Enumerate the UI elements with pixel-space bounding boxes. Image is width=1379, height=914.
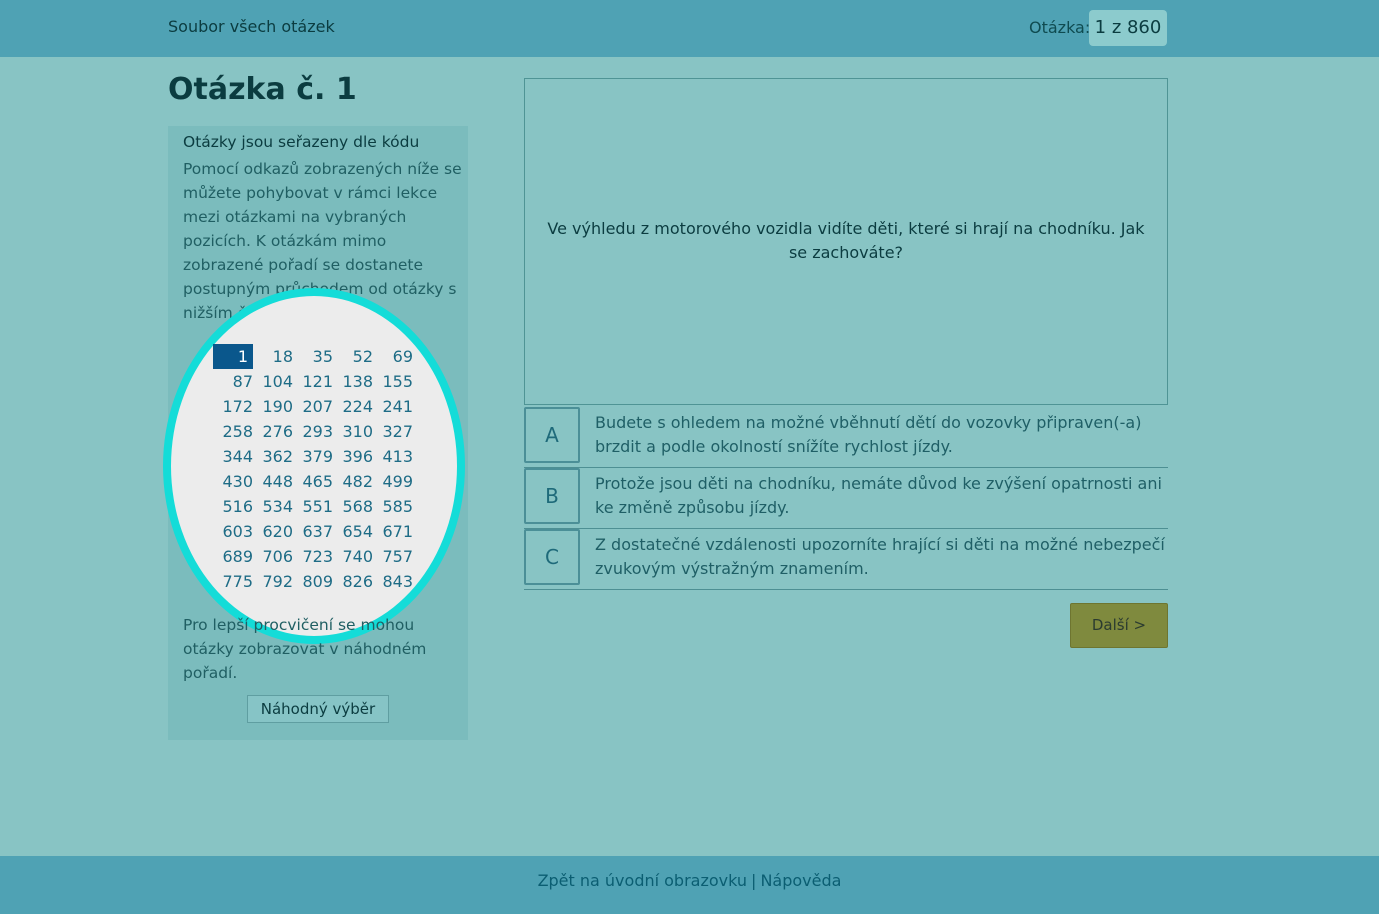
footer-separator: | xyxy=(751,871,757,890)
question-number-link[interactable]: 603 xyxy=(213,519,253,544)
question-number-link[interactable]: 310 xyxy=(333,419,373,444)
question-number-link[interactable]: 362 xyxy=(253,444,293,469)
back-to-home-link[interactable]: Zpět na úvodní obrazovku xyxy=(538,871,747,890)
top-bar: Soubor všech otázek Otázka: 1 z 860 xyxy=(0,0,1379,57)
answer-option-a[interactable]: A Budete s ohledem na možné vběhnutí dět… xyxy=(524,407,1168,468)
question-number-link[interactable]: 689 xyxy=(213,544,253,569)
question-number-link[interactable]: 551 xyxy=(293,494,333,519)
question-number-link[interactable]: 344 xyxy=(213,444,253,469)
question-number-grid: 1 18 35 52 69 87 104 121 138 155 172 190 207 224 241 25… xyxy=(213,344,413,594)
question-number-link[interactable]: 568 xyxy=(333,494,373,519)
question-number-link[interactable]: 293 xyxy=(293,419,333,444)
question-number-link[interactable]: 723 xyxy=(293,544,333,569)
question-number-link[interactable]: 190 xyxy=(253,394,293,419)
question-number-link[interactable]: 327 xyxy=(373,419,413,444)
question-number-link[interactable]: 52 xyxy=(333,344,373,369)
question-number-link[interactable]: 18 xyxy=(253,344,293,369)
question-number-link[interactable]: 448 xyxy=(253,469,293,494)
answer-text: Z dostatečné vzdálenosti upozorníte hraj… xyxy=(595,535,1165,578)
question-number-link[interactable]: 258 xyxy=(213,419,253,444)
question-number-link[interactable]: 1 xyxy=(213,344,253,369)
question-number-link[interactable]: 276 xyxy=(253,419,293,444)
question-number-link[interactable]: 121 xyxy=(293,369,333,394)
answer-letter[interactable]: B xyxy=(524,468,580,524)
answer-text: Protože jsou děti na chodníku, nemáte dů… xyxy=(595,474,1162,517)
question-number-link[interactable]: 843 xyxy=(373,569,413,594)
question-number-link[interactable]: 87 xyxy=(213,369,253,394)
help-link[interactable]: Nápověda xyxy=(760,871,841,890)
sidebar-heading: Otázky jsou seřazeny dle kódu xyxy=(183,133,420,151)
question-number-link[interactable]: 671 xyxy=(373,519,413,544)
question-number-link[interactable]: 155 xyxy=(373,369,413,394)
question-text: Ve výhledu z motorového vozidla vidíte d… xyxy=(547,219,1145,262)
question-number-link[interactable]: 413 xyxy=(373,444,413,469)
question-number-link[interactable]: 706 xyxy=(253,544,293,569)
answer-option-b[interactable]: B Protože jsou děti na chodníku, nemáte … xyxy=(524,468,1168,529)
random-selection-button[interactable]: Náhodný výběr xyxy=(247,695,389,723)
question-number-link[interactable]: 138 xyxy=(333,369,373,394)
question-number-link[interactable]: 207 xyxy=(293,394,333,419)
question-box: Ve výhledu z motorového vozidla vidíte d… xyxy=(524,78,1168,405)
question-number-link[interactable]: 499 xyxy=(373,469,413,494)
question-number-link[interactable]: 35 xyxy=(293,344,333,369)
question-number-link[interactable]: 430 xyxy=(213,469,253,494)
question-number-link[interactable]: 637 xyxy=(293,519,333,544)
question-number-link[interactable]: 775 xyxy=(213,569,253,594)
app-title: Soubor všech otázek xyxy=(168,17,335,36)
sidebar-footer-text: Pro lepší procvičení se mohou otázky zob… xyxy=(183,616,427,682)
next-button[interactable]: Další > xyxy=(1070,603,1168,648)
answer-text: Budete s ohledem na možné vběhnutí dětí … xyxy=(595,413,1142,456)
footer: Zpět na úvodní obrazovku | Nápověda xyxy=(0,856,1379,914)
question-number-link[interactable]: 172 xyxy=(213,394,253,419)
answer-letter[interactable]: A xyxy=(524,407,580,463)
question-number-link[interactable]: 379 xyxy=(293,444,333,469)
question-number-link[interactable]: 104 xyxy=(253,369,293,394)
question-number-link[interactable]: 69 xyxy=(373,344,413,369)
question-number-link[interactable]: 396 xyxy=(333,444,373,469)
question-number-link[interactable]: 224 xyxy=(333,394,373,419)
question-number-link[interactable]: 654 xyxy=(333,519,373,544)
question-number-link[interactable]: 740 xyxy=(333,544,373,569)
question-number-link[interactable]: 809 xyxy=(293,569,333,594)
question-number-link[interactable]: 482 xyxy=(333,469,373,494)
question-number-link[interactable]: 585 xyxy=(373,494,413,519)
question-number-link[interactable]: 241 xyxy=(373,394,413,419)
page-title: Otázka č. 1 xyxy=(168,72,357,107)
question-number-link[interactable]: 534 xyxy=(253,494,293,519)
sidebar-panel: Otázky jsou seřazeny dle kódu Pomocí odk… xyxy=(163,126,468,740)
answer-option-c[interactable]: C Z dostatečné vzdálenosti upozorníte hr… xyxy=(524,529,1168,590)
question-number-link[interactable]: 757 xyxy=(373,544,413,569)
question-number-link[interactable]: 620 xyxy=(253,519,293,544)
question-counter: 1 z 860 xyxy=(1089,10,1167,46)
answer-letter[interactable]: C xyxy=(524,529,580,585)
question-number-link[interactable]: 516 xyxy=(213,494,253,519)
question-number-link[interactable]: 826 xyxy=(333,569,373,594)
question-number-link[interactable]: 792 xyxy=(253,569,293,594)
question-counter-label: Otázka: xyxy=(1029,18,1091,37)
question-number-link[interactable]: 465 xyxy=(293,469,333,494)
